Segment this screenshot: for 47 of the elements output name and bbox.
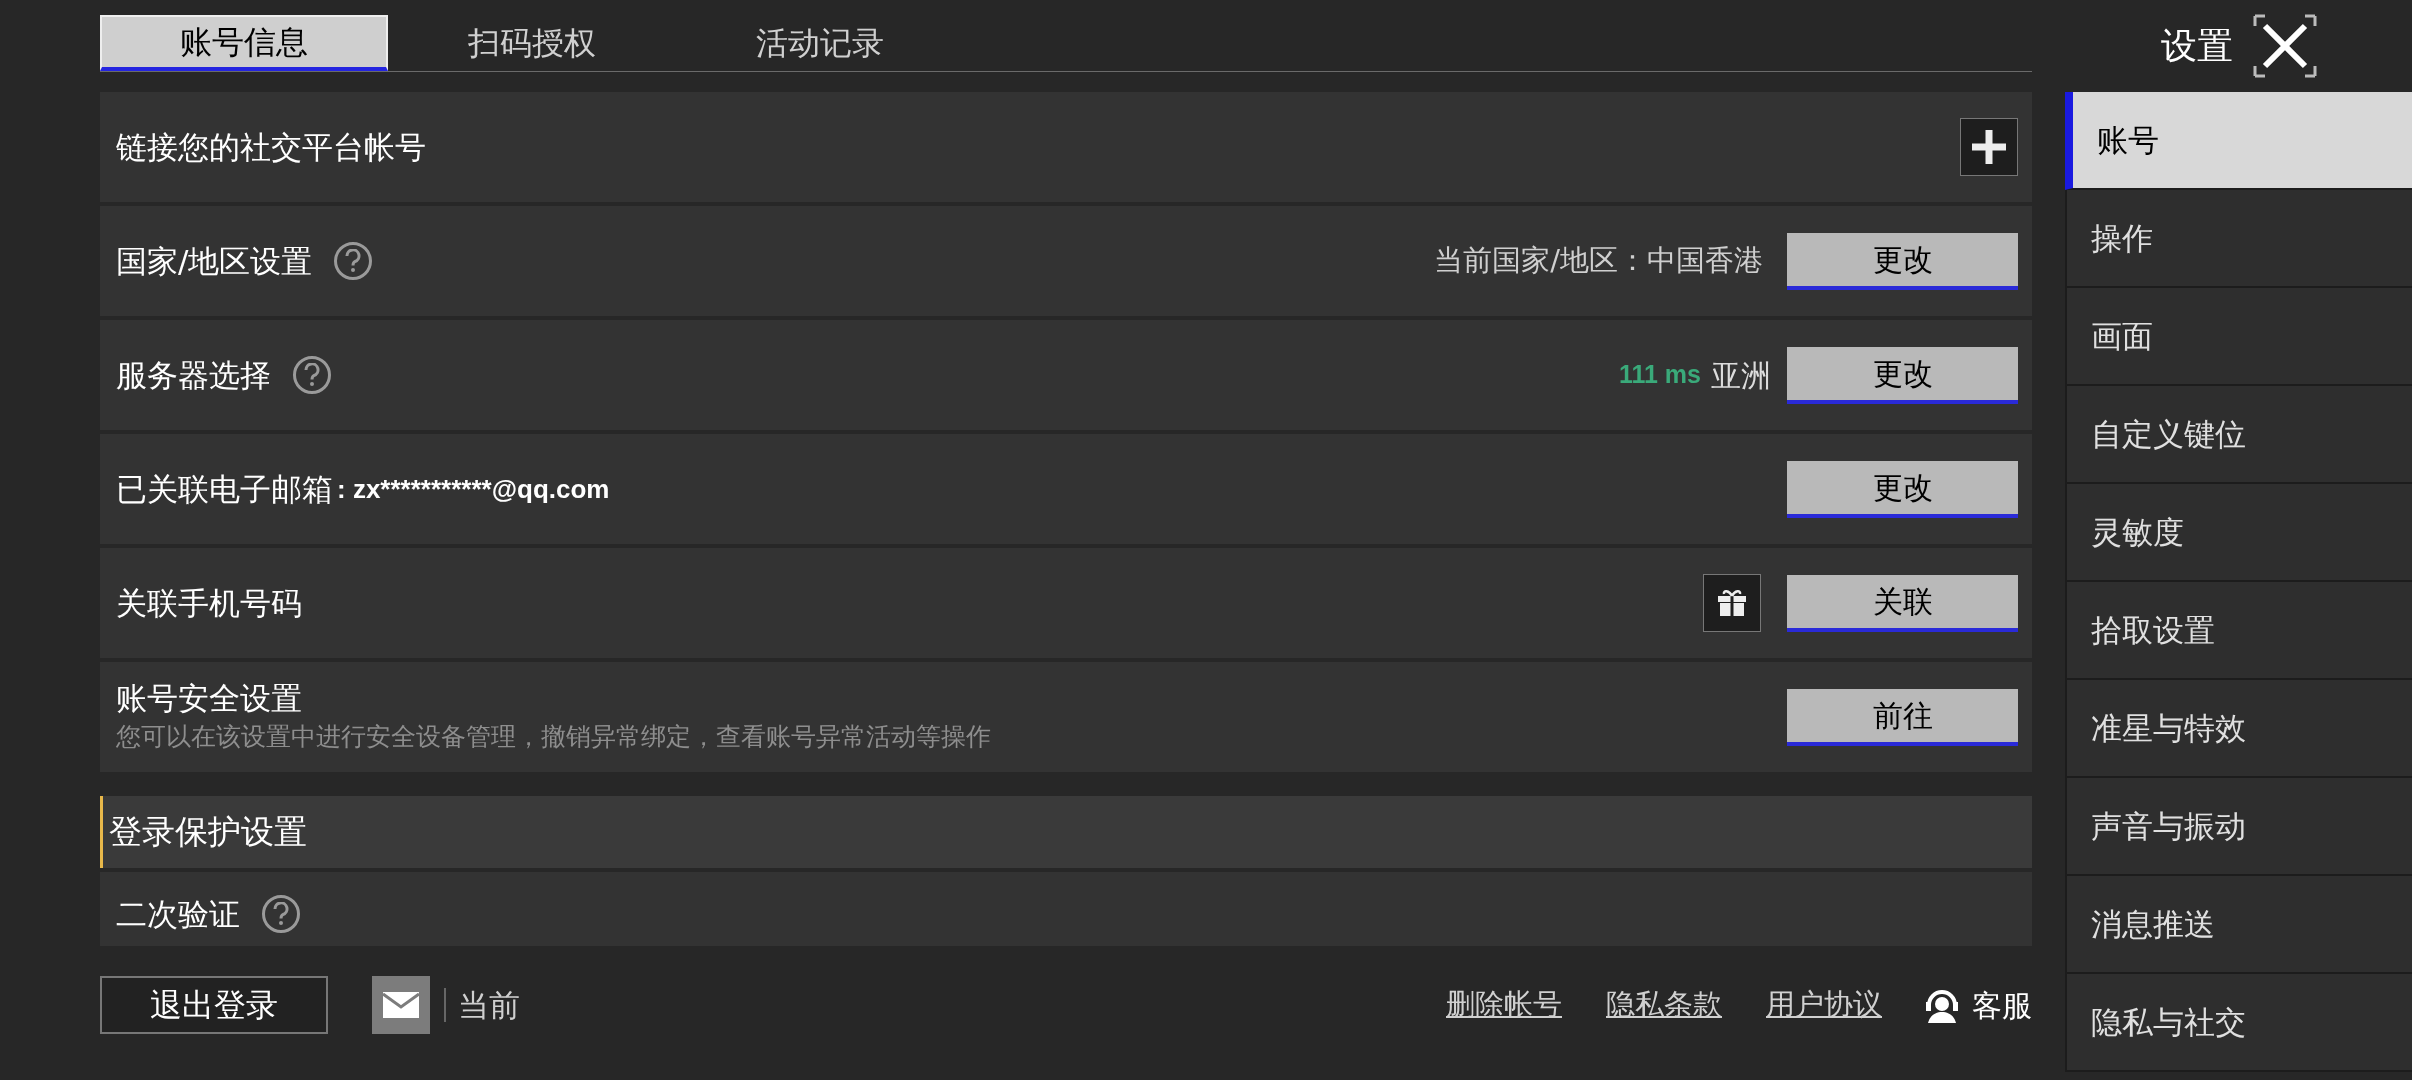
sidebar-item[interactable]: 操作 xyxy=(2065,190,2412,288)
gift-icon[interactable] xyxy=(1703,574,1761,632)
footer-link[interactable]: 隐私条款 xyxy=(1606,983,1722,1027)
help-icon[interactable] xyxy=(262,895,300,933)
settings-title: 设置 xyxy=(2161,24,2233,68)
change-button[interactable]: 更改 xyxy=(1787,232,2018,290)
sidebar-item[interactable]: 消息推送 xyxy=(2065,876,2412,974)
server-region: 亚洲 xyxy=(1711,356,1771,395)
logout-button[interactable]: 退出登录 xyxy=(100,976,328,1034)
close-icon[interactable] xyxy=(2253,14,2317,78)
add-button[interactable] xyxy=(1960,118,2018,176)
footer-link[interactable]: 删除帐号 xyxy=(1446,983,1562,1027)
change-button[interactable]: 更改 xyxy=(1787,460,2018,518)
support-link[interactable]: 客服 xyxy=(1972,982,2032,1028)
sidebar-item[interactable]: 画面 xyxy=(2065,288,2412,386)
footer-link[interactable]: 用户协议 xyxy=(1766,983,1882,1027)
row-label: 账号安全设置 xyxy=(116,679,303,719)
row-description: 您可以在该设置中进行安全设备管理，撤销异常绑定，查看账号异常活动等操作 xyxy=(116,721,991,754)
sidebar-item[interactable]: 声音与振动 xyxy=(2065,778,2412,876)
tab[interactable]: 扫码授权 xyxy=(388,15,676,71)
tab[interactable]: 活动记录 xyxy=(676,15,964,71)
help-icon[interactable] xyxy=(334,242,373,280)
change-button[interactable]: 前往 xyxy=(1787,688,2018,746)
sidebar-item[interactable]: 隐私与社交 xyxy=(2065,974,2412,1072)
row-label: 国家/地区设置 xyxy=(116,241,313,281)
sidebar-item[interactable]: 灵敏度 xyxy=(2065,484,2412,582)
row-label: 链接您的社交平台帐号 xyxy=(116,127,426,167)
account-label: 当前 xyxy=(458,985,520,1025)
sidebar-item[interactable]: 准星与特效 xyxy=(2065,680,2412,778)
sidebar-item[interactable]: 账号 xyxy=(2065,92,2412,190)
change-button[interactable]: 更改 xyxy=(1787,346,2018,404)
section-title: 登录保护设置 xyxy=(109,811,307,854)
row-label: 服务器选择 xyxy=(116,355,271,395)
sidebar-item[interactable]: 自定义键位 xyxy=(2065,386,2412,484)
help-icon[interactable] xyxy=(293,356,331,394)
current-region: 当前国家/地区：中国香港 xyxy=(1434,242,1763,280)
row-label: 已关联电子邮箱 xyxy=(116,469,333,509)
row-label: 关联手机号码 xyxy=(116,583,302,623)
plus-icon xyxy=(1970,128,2008,166)
tab[interactable]: 账号信息 xyxy=(100,15,388,71)
support-icon[interactable] xyxy=(1924,987,1960,1023)
row-label: 二次验证 xyxy=(116,894,240,934)
change-button[interactable]: 关联 xyxy=(1787,574,2018,632)
sidebar-item[interactable]: 拾取设置 xyxy=(2065,582,2412,680)
email-value: : zx***********@qq.com xyxy=(337,472,610,506)
mail-icon[interactable] xyxy=(372,976,430,1034)
ping-value: 111 ms xyxy=(1618,359,1701,391)
